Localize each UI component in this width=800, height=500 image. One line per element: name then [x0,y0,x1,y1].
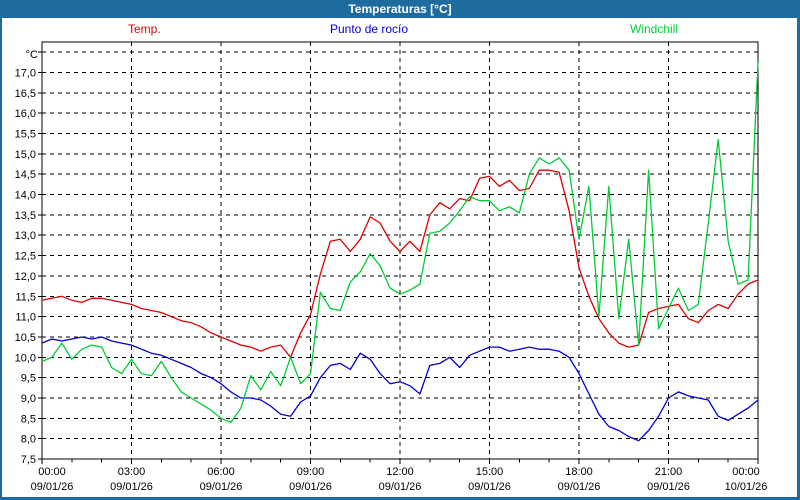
legend-windchill: Windchill [630,22,678,36]
svg-text:15,5: 15,5 [15,129,36,141]
svg-text:16,0: 16,0 [15,108,36,120]
x-axis-ticks [42,459,758,464]
legend-temp: Temp. [128,22,161,36]
svg-text:21:00: 21:00 [655,466,683,478]
svg-text:9,5: 9,5 [21,373,36,385]
svg-text:15,0: 15,0 [15,149,36,161]
svg-text:09/01/26: 09/01/26 [379,481,422,493]
legend-dew-point: Punto de rocío [330,22,408,36]
svg-text:10,5: 10,5 [15,332,36,344]
svg-text:09/01/26: 09/01/26 [200,481,243,493]
svg-text:11,0: 11,0 [15,312,36,324]
chart-window: Temperaturas [°C] Temp. Punto de rocío W… [0,0,800,500]
x-grid [132,42,669,459]
svg-text:00:00: 00:00 [732,466,760,478]
svg-text:06:00: 06:00 [207,466,235,478]
svg-text:14,0: 14,0 [15,190,36,202]
svg-text:09/01/26: 09/01/26 [289,481,332,493]
window-title: Temperaturas [°C] [0,0,800,18]
svg-text:14,5: 14,5 [15,169,36,181]
temperature-chart-canvas: 7,5 8,0 8,5 9,0 9,5 10,0 10,5 11,0 11,5 12,0 12,5 1… [0,0,800,500]
svg-text:09/01/26: 09/01/26 [31,481,74,493]
y-grid-and-labels: 7,5 8,0 8,5 9,0 9,5 10,0 10,5 11,0 11,5 12,0 12,5 1… [15,49,758,466]
x-axis-labels: 00:00 09/01/26 03:00 09/01/26 06:00 09/01/26 0… [31,466,768,493]
svg-text:00:00: 00:00 [38,466,66,478]
y-axis-unit: °C [26,49,38,61]
svg-text:9,0: 9,0 [21,393,36,405]
svg-text:13,0: 13,0 [15,230,36,242]
svg-text:13,5: 13,5 [15,210,36,222]
svg-text:09/01/26: 09/01/26 [110,481,153,493]
svg-text:17,0: 17,0 [15,68,36,80]
svg-text:12,5: 12,5 [15,251,36,263]
svg-text:12,0: 12,0 [15,271,36,283]
svg-text:03:00: 03:00 [118,466,146,478]
svg-text:09/01/26: 09/01/26 [468,481,511,493]
svg-text:09/01/26: 09/01/26 [647,481,690,493]
svg-text:10,0: 10,0 [15,352,36,364]
svg-text:12:00: 12:00 [386,466,414,478]
svg-text:15:00: 15:00 [476,466,504,478]
svg-text:18:00: 18:00 [565,466,593,478]
svg-text:09/01/26: 09/01/26 [558,481,601,493]
svg-text:16,5: 16,5 [15,88,36,100]
svg-text:10/01/26: 10/01/26 [725,481,768,493]
svg-text:8,5: 8,5 [21,413,36,425]
svg-text:7,5: 7,5 [21,454,36,466]
svg-text:11,5: 11,5 [15,291,36,303]
svg-text:09:00: 09:00 [297,466,325,478]
svg-text:8,0: 8,0 [21,434,36,446]
